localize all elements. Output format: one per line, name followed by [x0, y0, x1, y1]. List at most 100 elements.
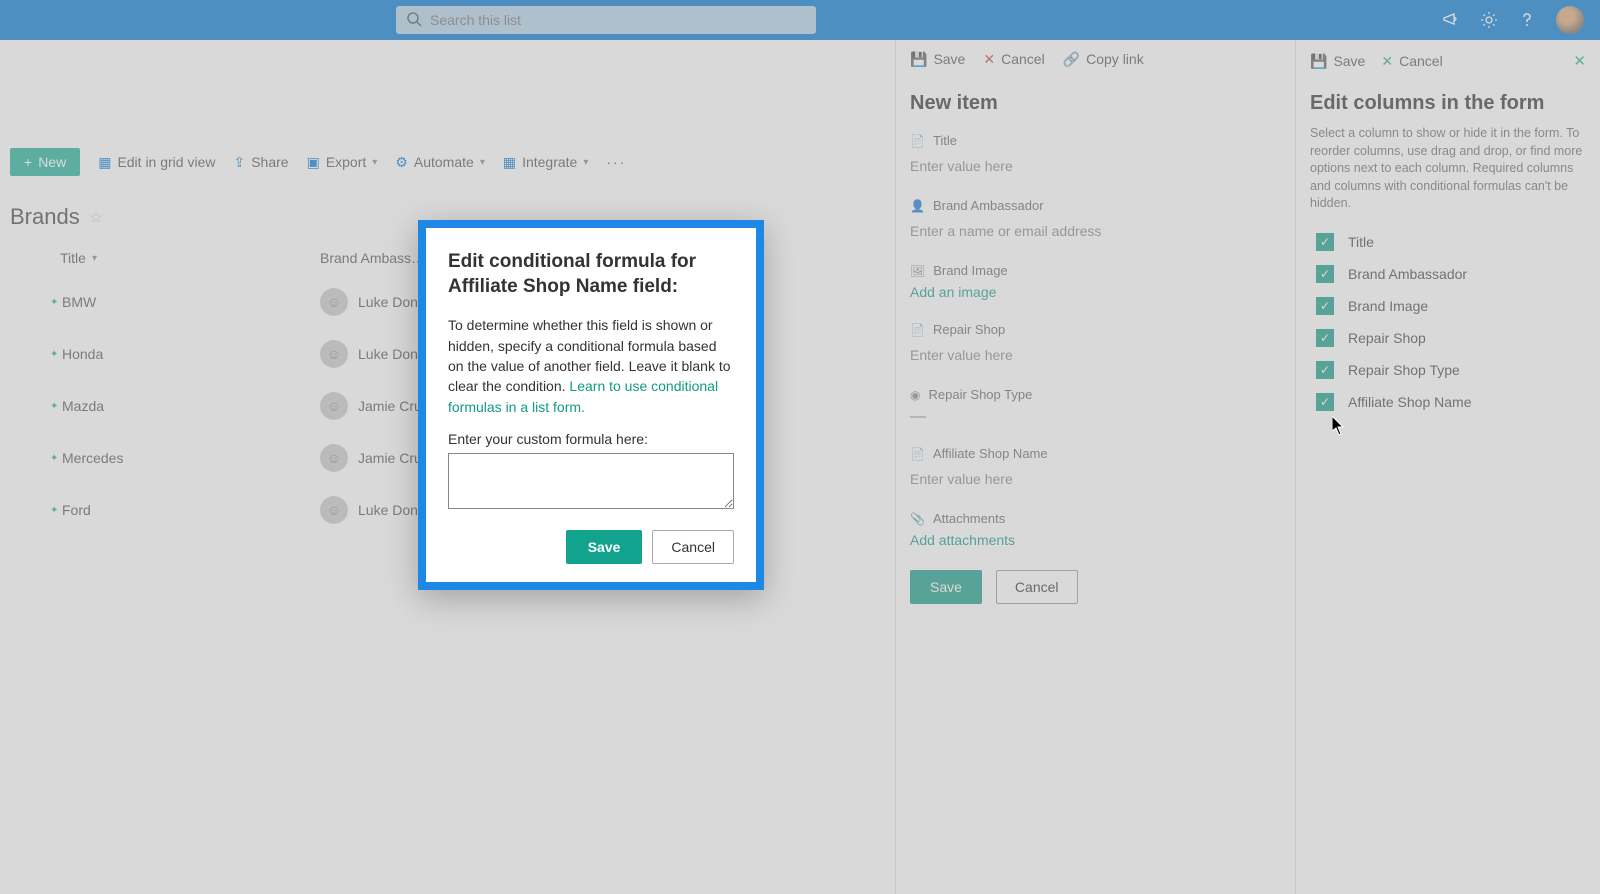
- form-cancel-button[interactable]: Cancel: [996, 570, 1078, 604]
- search-input[interactable]: [396, 6, 816, 34]
- form-save-button[interactable]: Save: [910, 570, 982, 604]
- list-title: Brands: [10, 204, 80, 230]
- column-checkbox-item[interactable]: ✓Title: [1316, 233, 1586, 251]
- flow-icon: ⚙: [395, 154, 408, 171]
- dialog-save-button[interactable]: Save: [566, 530, 643, 564]
- column-checkbox-item[interactable]: ✓Affiliate Shop Name: [1316, 393, 1586, 411]
- search-wrap: [396, 6, 816, 34]
- person-icon: ☺: [320, 288, 348, 316]
- automate-button[interactable]: ⚙ Automate ▾: [395, 154, 485, 171]
- panel-close-button[interactable]: ✕: [1573, 52, 1586, 70]
- field-ambassador: 👤Brand Ambassador: [910, 198, 1281, 243]
- repair-type-value[interactable]: —: [910, 408, 926, 425]
- gear-icon[interactable]: [1480, 11, 1498, 29]
- integrate-icon: ▦: [503, 154, 516, 171]
- col-header-title[interactable]: Title ▾: [60, 250, 320, 266]
- add-attachments-link[interactable]: Add attachments: [910, 532, 1015, 548]
- person-icon: ☺: [320, 340, 348, 368]
- save-button[interactable]: 💾Save: [910, 51, 965, 68]
- row-title: BMW: [62, 294, 320, 310]
- ambassador-input[interactable]: [910, 219, 1281, 243]
- checkbox-icon: ✓: [1316, 297, 1334, 315]
- field-image: 🖼Brand Image Add an image: [910, 263, 1281, 302]
- export-button[interactable]: ▣ Export ▾: [307, 154, 378, 171]
- row-title: Mazda: [62, 398, 320, 414]
- cols-description: Select a column to show or hide it in th…: [1310, 125, 1586, 213]
- text-icon: 📄: [910, 323, 925, 337]
- search-icon: [406, 11, 422, 27]
- row-ambassador: ☺Jamie Crust: [320, 444, 433, 472]
- share-label: Share: [251, 154, 288, 170]
- more-button[interactable]: ···: [606, 154, 626, 170]
- checkbox-icon: ✓: [1316, 329, 1334, 347]
- cols-save-button[interactable]: 💾Save: [1310, 53, 1365, 70]
- user-avatar[interactable]: [1556, 6, 1584, 34]
- new-item-panel: 💾Save ✕Cancel 🔗Copy link New item 📄Title…: [895, 40, 1295, 894]
- edit-columns-panel: 💾Save ✕Cancel ✕ Edit columns in the form…: [1295, 40, 1600, 894]
- save-icon: 💾: [910, 51, 927, 68]
- grid-icon: ▦: [98, 154, 111, 171]
- cancel-button[interactable]: ✕Cancel: [983, 51, 1044, 68]
- dialog-heading: Edit conditional formula for Affiliate S…: [448, 250, 734, 299]
- field-affiliate: 📄Affiliate Shop Name: [910, 446, 1281, 491]
- new-button[interactable]: + New: [10, 148, 80, 176]
- dialog-cancel-button[interactable]: Cancel: [652, 530, 734, 564]
- field-repair-type: ◉Repair Shop Type —: [910, 387, 1281, 426]
- title-input[interactable]: [910, 154, 1281, 178]
- copy-link-button[interactable]: 🔗Copy link: [1063, 51, 1144, 68]
- new-label: New: [38, 154, 66, 170]
- cols-heading: Edit columns in the form: [1310, 92, 1586, 115]
- share-button[interactable]: ⇪ Share: [233, 154, 288, 171]
- field-repair: 📄Repair Shop: [910, 322, 1281, 367]
- link-icon: 🔗: [1063, 51, 1080, 68]
- save-icon: 💾: [1310, 53, 1327, 70]
- choice-icon: ◉: [910, 388, 920, 402]
- column-checkbox-item[interactable]: ✓Repair Shop: [1316, 329, 1586, 347]
- panel-heading: New item: [910, 92, 1281, 115]
- integrate-button[interactable]: ▦Integrate ▾: [503, 154, 589, 171]
- attachment-icon: 📎: [910, 512, 925, 526]
- formula-textarea[interactable]: [448, 453, 734, 509]
- star-icon[interactable]: ☆: [90, 209, 103, 226]
- topbar-right: [1442, 6, 1584, 34]
- cols-cancel-button[interactable]: ✕Cancel: [1381, 53, 1442, 70]
- column-checkbox-item[interactable]: ✓Repair Shop Type: [1316, 361, 1586, 379]
- chevron-down-icon: ▾: [583, 157, 588, 168]
- repair-input[interactable]: [910, 343, 1281, 367]
- export-label: Export: [326, 154, 366, 170]
- automate-label: Automate: [414, 154, 474, 170]
- suite-header: [0, 0, 1600, 40]
- chevron-down-icon: ▾: [372, 157, 377, 168]
- chevron-down-icon: ▾: [480, 157, 485, 168]
- person-icon: ☺: [320, 496, 348, 524]
- megaphone-icon[interactable]: [1442, 11, 1460, 29]
- checkbox-icon: ✓: [1316, 265, 1334, 283]
- close-icon: ✕: [983, 51, 995, 68]
- row-title: Ford: [62, 502, 320, 518]
- column-checkbox-item[interactable]: ✓Brand Image: [1316, 297, 1586, 315]
- column-checkbox-item[interactable]: ✓Brand Ambassador: [1316, 265, 1586, 283]
- excel-icon: ▣: [307, 154, 320, 171]
- row-title: Honda: [62, 346, 320, 362]
- plus-icon: +: [24, 154, 32, 170]
- conditional-formula-dialog: Edit conditional formula for Affiliate S…: [418, 220, 764, 590]
- edit-grid-label: Edit in grid view: [117, 154, 215, 170]
- help-icon[interactable]: [1518, 11, 1536, 29]
- edit-grid-button[interactable]: ▦ Edit in grid view: [98, 154, 215, 171]
- text-icon: 📄: [910, 447, 925, 461]
- checkbox-icon: ✓: [1316, 361, 1334, 379]
- person-icon: ☺: [320, 392, 348, 420]
- chevron-down-icon: ▾: [92, 253, 97, 264]
- row-title: Mercedes: [62, 450, 320, 466]
- row-ambassador: ☺Jamie Crust: [320, 392, 433, 420]
- person-icon: 👤: [910, 199, 925, 213]
- text-icon: 📄: [910, 134, 925, 148]
- share-icon: ⇪: [233, 154, 245, 171]
- field-attachments: 📎Attachments Add attachments: [910, 511, 1281, 550]
- add-image-link[interactable]: Add an image: [910, 284, 996, 300]
- checkbox-icon: ✓: [1316, 393, 1334, 411]
- column-checklist: ✓Title ✓Brand Ambassador ✓Brand Image ✓R…: [1310, 233, 1586, 411]
- affiliate-input[interactable]: [910, 467, 1281, 491]
- checkbox-icon: ✓: [1316, 233, 1334, 251]
- image-icon: 🖼: [910, 264, 925, 278]
